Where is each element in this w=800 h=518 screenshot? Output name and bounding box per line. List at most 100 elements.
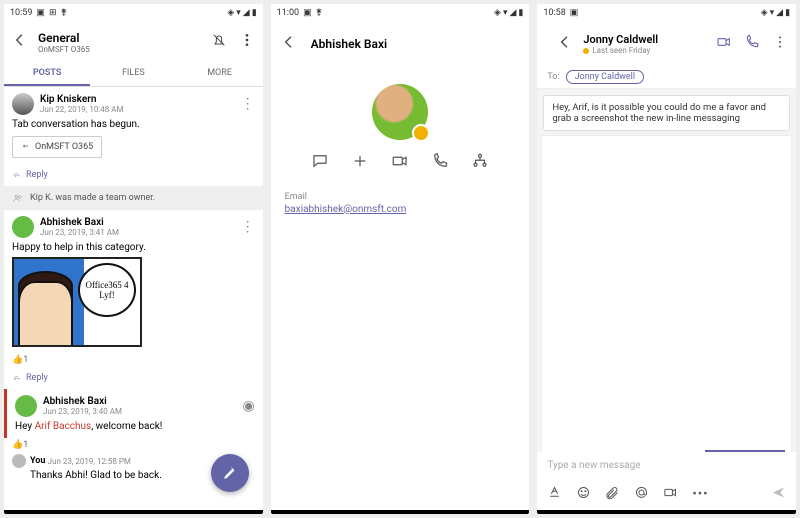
overflow-icon[interactable]	[760, 34, 788, 54]
to-label: To:	[547, 72, 559, 82]
to-row: To: Jonny Caldwell	[537, 66, 796, 89]
reply-label: Reply	[26, 373, 48, 383]
post-time: Jun 23, 2019, 3:40 AM	[43, 407, 122, 416]
status-time: 10:58	[543, 8, 565, 18]
status-time: 10:59	[10, 8, 32, 18]
tab-chip[interactable]: OnMSFT O365	[12, 136, 102, 158]
message-bubble[interactable]: Hey, Arif, is it possible you could do m…	[543, 95, 790, 131]
post-text-post: , welcome back!	[91, 421, 162, 432]
chat-presence: Last seen Friday	[583, 46, 704, 55]
reply-button[interactable]: Reply	[4, 367, 263, 389]
reply-button[interactable]: Reply	[4, 164, 263, 186]
status-bar: 10:59 ▣ ⊞ ⚵ ◈ ▾ ◢ ▮	[4, 4, 263, 22]
compose-icon	[222, 465, 238, 481]
status-notif-icon: ▣	[303, 8, 312, 18]
post-time: Jun 23, 2019, 12:58 PM	[48, 457, 131, 466]
status-bar: 11:00 ▣ ⚵ ◈ ▾ ◢ ▮	[271, 4, 530, 22]
status-share-icon: ⚵	[60, 8, 67, 18]
sticker-text: Office365 4 Lyf!	[78, 263, 136, 317]
team-icon	[21, 142, 31, 152]
video-call-icon[interactable]	[391, 152, 409, 174]
nav-bar-area	[271, 510, 530, 514]
status-signal-icon: ◢	[509, 8, 516, 18]
mention[interactable]: Arif Bacchus	[35, 421, 92, 432]
chat-icon[interactable]	[311, 152, 329, 174]
email-label: Email	[285, 192, 516, 202]
phone-channel-view: 10:59 ▣ ⊞ ⚵ ◈ ▾ ◢ ▮ General OnMSFT O365 …	[4, 4, 263, 514]
audio-call-icon[interactable]	[431, 152, 449, 174]
system-message-text: Kip K. was made a team owner.	[30, 193, 155, 203]
avatar[interactable]	[12, 93, 34, 115]
channel-subtitle: OnMSFT O365	[38, 45, 199, 54]
mention-icon[interactable]	[634, 485, 649, 504]
reaction-count[interactable]: 👍1	[4, 438, 263, 452]
notifications-off-icon[interactable]	[211, 32, 227, 52]
status-signal-icon: ◢	[776, 8, 783, 18]
back-icon[interactable]	[545, 34, 573, 54]
compose-toolbar: •••	[537, 479, 796, 510]
post-time: Jun 22, 2019, 10:48 AM	[40, 105, 123, 114]
attach-icon[interactable]	[605, 485, 620, 504]
posts-feed[interactable]: Kip Kniskern Jun 22, 2019, 10:48 AM ⋮ Ta…	[4, 87, 263, 510]
contact-email-section: Email baxiabhishek@onmsft.com	[271, 186, 530, 221]
send-icon[interactable]	[771, 485, 786, 504]
tab-more[interactable]: MORE	[176, 62, 262, 86]
format-icon[interactable]	[547, 485, 562, 504]
org-chart-icon[interactable]	[471, 152, 489, 174]
reaction-count[interactable]: 👍1	[4, 353, 263, 367]
video-call-icon[interactable]	[704, 34, 732, 54]
back-icon[interactable]	[12, 32, 28, 52]
contact-header: Abhishek Baxi	[271, 22, 530, 66]
compose-fab[interactable]	[211, 454, 249, 492]
status-battery-icon: ▮	[252, 8, 257, 18]
post-seen-icon: ◉	[242, 402, 254, 410]
to-chip[interactable]: Jonny Caldwell	[566, 70, 644, 84]
system-message: Kip K. was made a team owner.	[4, 186, 263, 210]
avatar	[12, 454, 26, 468]
phone-chat-view: 10:58 ▣ ◈ ▾ ◢ ▮ Jonny Caldwell Last seen…	[537, 4, 796, 514]
post-author: Kip Kniskern	[40, 94, 123, 105]
status-battery-icon: ▮	[518, 8, 523, 18]
post[interactable]: Kip Kniskern Jun 22, 2019, 10:48 AM ⋮ Ta…	[4, 87, 263, 164]
status-nfc-icon: ◈	[761, 8, 768, 18]
post-overflow-icon[interactable]: ⋮	[241, 223, 255, 231]
meeting-icon[interactable]	[663, 485, 678, 504]
avatar[interactable]	[15, 395, 37, 417]
contact-name: Abhishek Baxi	[311, 37, 387, 51]
more-icon[interactable]: •••	[692, 487, 708, 502]
audio-call-icon[interactable]	[732, 34, 760, 54]
compose-input[interactable]: Type a new message	[537, 452, 796, 479]
status-bar: 10:58 ▣ ◈ ▾ ◢ ▮	[537, 4, 796, 22]
add-icon[interactable]	[351, 152, 369, 174]
post[interactable]: Abhishek Baxi Jun 23, 2019, 3:41 AM ⋮ Ha…	[4, 210, 263, 353]
overflow-icon[interactable]	[239, 32, 255, 52]
post-overflow-icon[interactable]: ⋮	[241, 100, 255, 108]
status-wifi-icon: ▾	[236, 8, 241, 18]
channel-header: General OnMSFT O365	[4, 22, 263, 62]
post-author: You	[30, 456, 45, 466]
post-text-pre: Hey	[15, 421, 35, 432]
post-author: Abhishek Baxi	[40, 217, 119, 228]
back-icon[interactable]	[281, 34, 297, 54]
status-wifi-icon: ▾	[770, 8, 775, 18]
status-notif-icon: ▣	[570, 8, 579, 18]
channel-tabs: POSTS FILES MORE	[4, 62, 263, 87]
chat-contact-name: Jonny Caldwell	[583, 33, 704, 46]
contact-avatar[interactable]	[372, 84, 428, 140]
tab-posts[interactable]: POSTS	[4, 62, 90, 86]
email-link[interactable]: baxiabhishek@onmsft.com	[285, 204, 516, 215]
chat-body: Hey, Arif, is it possible you could do m…	[537, 89, 796, 479]
sticker-image[interactable]: Office365 4 Lyf!	[12, 257, 142, 347]
status-notif-icon: ▣	[36, 8, 45, 18]
nav-bar-area	[537, 510, 796, 514]
compose-area[interactable]	[541, 135, 792, 452]
tab-files[interactable]: FILES	[90, 62, 176, 86]
post[interactable]: Abhishek Baxi Jun 23, 2019, 3:40 AM ◉ He…	[4, 389, 263, 438]
contact-actions	[271, 146, 530, 186]
avatar[interactable]	[12, 216, 34, 238]
status-app-icon: ⊞	[49, 8, 57, 18]
post-author: Abhishek Baxi	[43, 396, 122, 407]
emoji-icon[interactable]	[576, 485, 591, 504]
tab-chip-label: OnMSFT O365	[35, 142, 93, 152]
status-share-icon: ⚵	[316, 8, 323, 18]
